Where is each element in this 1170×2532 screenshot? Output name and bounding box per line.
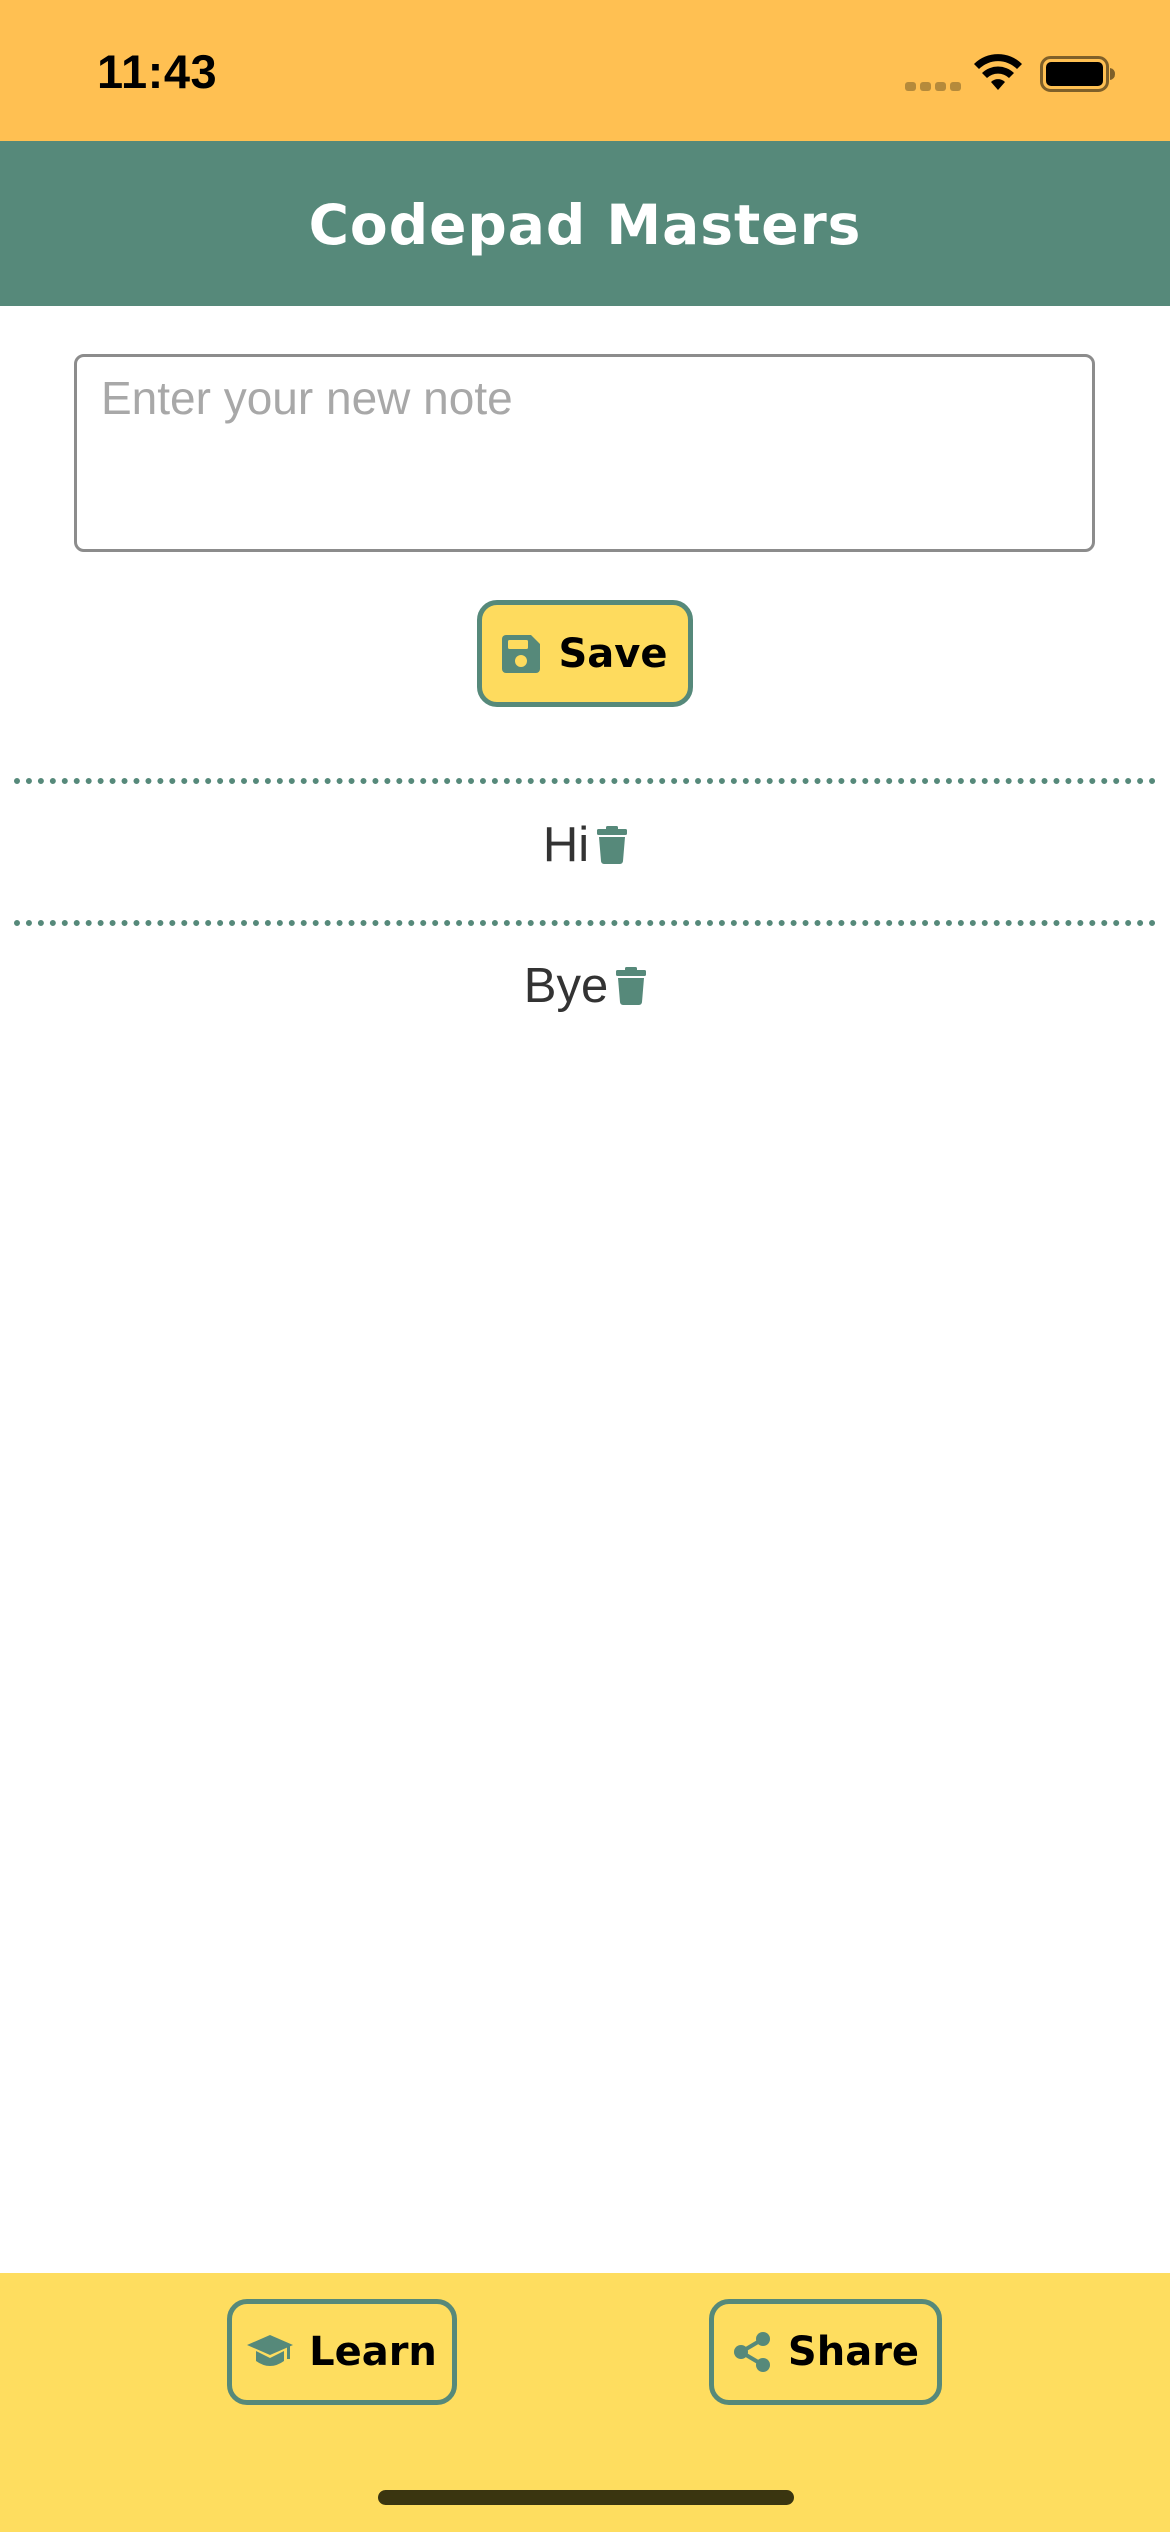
list-item: Bye: [0, 941, 1170, 1031]
share-icon: [732, 2331, 772, 2373]
app-title: Codepad Masters: [308, 192, 862, 257]
note-text: Hi: [542, 818, 590, 872]
wifi-icon: [974, 54, 1022, 90]
app-header: Codepad Masters: [0, 141, 1170, 306]
learn-button-label: Learn: [309, 2329, 437, 2375]
trash-icon[interactable]: [597, 826, 628, 864]
save-button[interactable]: Save: [477, 600, 693, 707]
floppy-disk-icon: [502, 634, 541, 673]
note-input[interactable]: [74, 354, 1095, 552]
note-divider: [14, 920, 1156, 926]
cellular-signal-icon: [905, 82, 961, 91]
share-button-label: Share: [787, 2329, 920, 2375]
app-screen: 11:43 Codepad Masters Enter your new not…: [0, 0, 1170, 2532]
battery-icon: [1040, 56, 1115, 92]
save-button-label: Save: [558, 630, 668, 677]
share-button[interactable]: Share: [709, 2299, 942, 2405]
note-divider: [14, 778, 1156, 784]
graduation-cap-icon: [247, 2333, 294, 2371]
home-indicator[interactable]: [378, 2490, 794, 2505]
learn-button[interactable]: Learn: [227, 2299, 457, 2405]
list-item: Hi: [0, 800, 1170, 890]
status-time: 11:43: [97, 45, 218, 98]
trash-icon[interactable]: [616, 967, 647, 1005]
status-bar: 11:43: [0, 0, 1170, 141]
note-text: Bye: [523, 959, 609, 1013]
